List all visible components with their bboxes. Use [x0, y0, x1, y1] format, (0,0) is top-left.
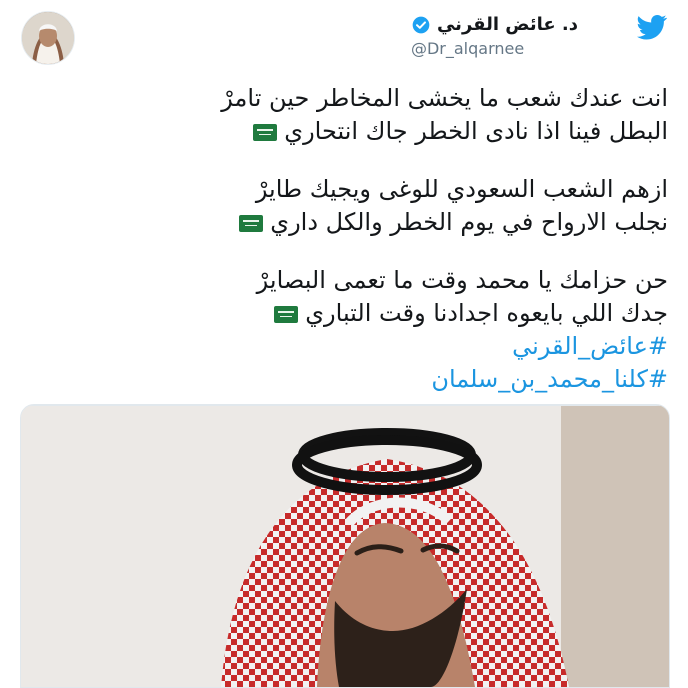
display-name[interactable]: د. عائض القرني	[437, 14, 578, 35]
tweet-line: ازهم الشعب السعودي للوغى ويجيك طايرْ	[255, 175, 668, 203]
hashtag-link[interactable]: #عائض_القرني	[28, 330, 668, 363]
tweet-line: حن حزامك يا محمد وقت ما تعمى البصايرْ	[256, 266, 668, 294]
stanza-gap	[28, 148, 668, 173]
tweet-header: د. عائض القرني @Dr_alqarnee	[0, 0, 688, 80]
verified-badge-icon	[412, 16, 430, 33]
tweet-card: د. عائض القرني @Dr_alqarnee انت عندك شعب…	[0, 0, 688, 688]
saudi-flag-icon	[252, 123, 277, 141]
tweet-media-image[interactable]	[20, 404, 670, 688]
saudi-flag-icon	[273, 305, 298, 323]
tweet-line: نجلب الارواح في يوم الخطر والكل داري	[28, 206, 668, 239]
tweet-line: البطل فينا اذا نادى الخطر جاك انتحاري	[28, 115, 668, 148]
avatar[interactable]	[22, 12, 74, 64]
hashtag-link[interactable]: #كلنا_محمد_بن_سلمان	[28, 363, 668, 396]
tweet-text: انت عندك شعب ما يخشى المخاطر حين تامرْ ا…	[28, 82, 668, 396]
tweet-line: انت عندك شعب ما يخشى المخاطر حين تامرْ	[221, 84, 668, 112]
stanza-gap	[28, 239, 668, 264]
twitter-bird-icon[interactable]	[634, 12, 670, 42]
portrait-image	[21, 405, 669, 687]
user-names: د. عائض القرني @Dr_alqarnee	[411, 14, 578, 58]
user-handle[interactable]: @Dr_alqarnee	[411, 39, 578, 58]
tweet-line: جدك اللي بايعوه اجدادنا وقت التباري	[28, 297, 668, 330]
saudi-flag-icon	[238, 214, 263, 232]
